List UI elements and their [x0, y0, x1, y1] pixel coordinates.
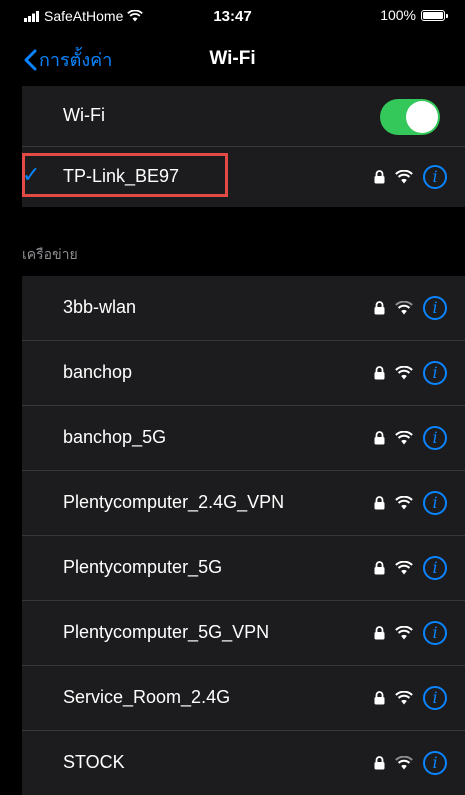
lock-icon — [374, 561, 385, 575]
toggle-knob — [406, 101, 438, 133]
info-button[interactable]: i — [423, 751, 447, 775]
battery-percent: 100% — [380, 7, 416, 23]
network-name: STOCK — [63, 752, 125, 772]
network-icons: i — [374, 423, 447, 453]
network-row[interactable]: STOCK i — [22, 731, 465, 795]
connected-network-name: TP-Link_BE97 — [63, 166, 180, 186]
wifi-signal-icon — [395, 691, 413, 705]
wifi-signal-icon — [395, 626, 413, 640]
network-name: Plentycomputer_5G — [63, 557, 223, 577]
wifi-toggle[interactable] — [380, 99, 440, 135]
networks-list: 3bb-wlan i banchop i banchop_5G i Plenty… — [22, 276, 465, 795]
networks-section-header: เครือข่าย — [22, 246, 78, 262]
network-name: Plentycomputer_2.4G_VPN — [63, 492, 285, 512]
network-icons: i — [374, 683, 447, 713]
info-button[interactable]: i — [423, 426, 447, 450]
network-icons: i — [374, 162, 447, 192]
network-icons: i — [374, 358, 447, 388]
network-name: Service_Room_2.4G — [63, 687, 231, 707]
info-button[interactable]: i — [423, 296, 447, 320]
connected-network-row[interactable]: ✓ TP-Link_BE97 i — [22, 147, 465, 207]
lock-icon — [374, 366, 385, 380]
network-icons: i — [374, 618, 447, 648]
wifi-signal-icon — [395, 170, 413, 184]
wifi-signal-icon — [395, 301, 413, 315]
info-button[interactable]: i — [423, 686, 447, 710]
lock-icon — [374, 756, 385, 770]
network-icons: i — [374, 748, 447, 778]
network-row[interactable]: Service_Room_2.4G i — [22, 666, 465, 731]
network-name: banchop_5G — [63, 427, 167, 447]
lock-icon — [374, 496, 385, 510]
info-button[interactable]: i — [423, 491, 447, 515]
info-button[interactable]: i — [423, 361, 447, 385]
network-row[interactable]: Plentycomputer_5G i — [22, 536, 465, 601]
network-icons: i — [374, 553, 447, 583]
info-button[interactable]: i — [423, 165, 447, 189]
network-name: 3bb-wlan — [63, 297, 137, 317]
lock-icon — [374, 691, 385, 705]
network-name: banchop — [63, 362, 133, 382]
navigation-bar: การตั้งค่า Wi-Fi — [0, 36, 465, 82]
wifi-signal-icon — [395, 756, 413, 770]
wifi-toggle-row: Wi-Fi — [22, 86, 465, 147]
network-row[interactable]: Plentycomputer_2.4G_VPN i — [22, 471, 465, 536]
battery-icon — [421, 9, 448, 21]
network-name: Plentycomputer_5G_VPN — [63, 622, 270, 642]
wifi-signal-icon — [395, 366, 413, 380]
lock-icon — [374, 170, 385, 184]
lock-icon — [374, 626, 385, 640]
network-icons: i — [374, 293, 447, 323]
wifi-signal-icon — [395, 496, 413, 510]
wifi-signal-icon — [395, 561, 413, 575]
info-button[interactable]: i — [423, 556, 447, 580]
network-row[interactable]: Plentycomputer_5G_VPN i — [22, 601, 465, 666]
info-button[interactable]: i — [423, 621, 447, 645]
lock-icon — [374, 431, 385, 445]
status-bar: SafeAtHome 13:47 100% — [0, 0, 465, 36]
lock-icon — [374, 301, 385, 315]
wifi-toggle-label: Wi-Fi — [63, 105, 105, 125]
checkmark-icon: ✓ — [22, 162, 41, 187]
wifi-group: Wi-Fi ✓ TP-Link_BE97 i — [22, 86, 465, 207]
status-right: 100% — [380, 7, 448, 23]
network-row[interactable]: banchop_5G i — [22, 406, 465, 471]
page-title: Wi-Fi — [209, 48, 256, 69]
network-row[interactable]: banchop i — [22, 341, 465, 406]
wifi-signal-icon — [395, 431, 413, 445]
network-row[interactable]: 3bb-wlan i — [22, 276, 465, 341]
network-icons: i — [374, 488, 447, 518]
